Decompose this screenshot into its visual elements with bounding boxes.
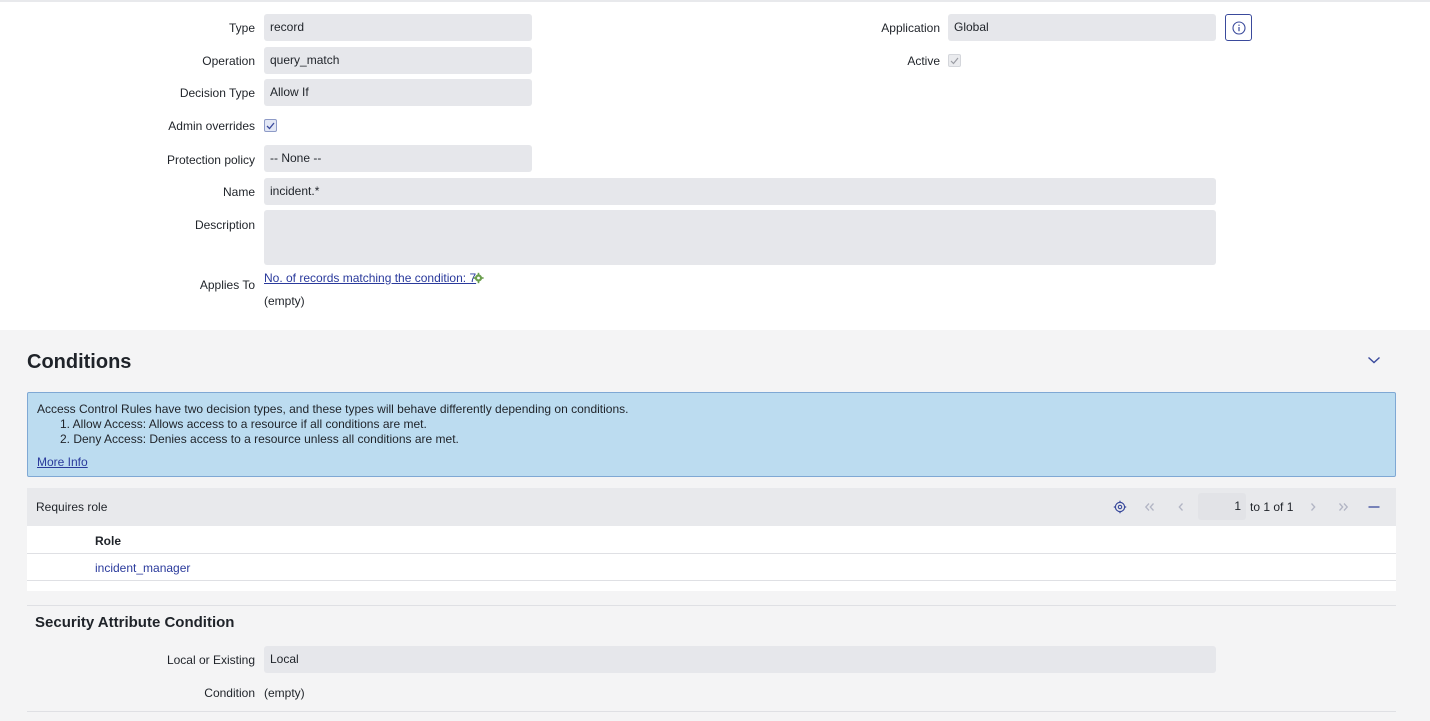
operation-label: Operation: [202, 54, 255, 68]
chevron-down-icon[interactable]: [1367, 355, 1381, 365]
first-page-icon[interactable]: [1143, 500, 1157, 514]
active-label: Active: [907, 54, 940, 68]
check-icon: [266, 122, 275, 129]
name-field[interactable]: incident.*: [264, 178, 1216, 205]
description-label: Description: [194, 218, 255, 232]
row-divider: [27, 580, 1396, 581]
condition-value: (empty): [264, 686, 305, 700]
protection-policy-label: Protection policy: [166, 153, 255, 167]
access-control-notice: Access Control Rules have two decision t…: [27, 392, 1396, 477]
notice-item-deny: 2. Deny Access: Denies access to a resou…: [60, 432, 459, 446]
description-textarea[interactable]: [264, 210, 1216, 265]
column-header-role[interactable]: Role: [95, 534, 121, 548]
type-label: Type: [228, 21, 255, 35]
page-count: to 1 of 1: [1250, 500, 1294, 514]
requires-role-header: Requires role 1 to 1 of 1: [27, 488, 1396, 526]
operation-field[interactable]: query_match: [264, 47, 532, 74]
application-field[interactable]: Global: [948, 14, 1216, 41]
info-icon: [1231, 20, 1246, 35]
type-field[interactable]: record: [264, 14, 532, 41]
notice-item-allow: 1. Allow Access: Allows access to a reso…: [60, 417, 427, 431]
condition-label: Condition: [204, 686, 255, 700]
protection-policy-select[interactable]: -- None --: [264, 145, 532, 172]
admin-overrides-label: Admin overrides: [168, 119, 255, 133]
check-icon: [950, 57, 959, 64]
notice-intro: Access Control Rules have two decision t…: [37, 402, 629, 416]
application-label: Application: [881, 21, 940, 35]
next-page-icon[interactable]: [1306, 500, 1320, 514]
requires-role-table: Role incident_manager: [27, 526, 1396, 591]
top-divider: [0, 0, 1430, 2]
role-link[interactable]: incident_manager: [95, 561, 190, 575]
application-info-button[interactable]: [1225, 14, 1252, 41]
local-or-existing-label: Local or Existing: [166, 653, 255, 667]
security-attribute-title: Security Attribute Condition: [35, 614, 235, 631]
decision-type-field[interactable]: Allow If: [264, 79, 532, 106]
conditions-title: Conditions: [27, 351, 132, 373]
local-or-existing-select[interactable]: Local: [264, 646, 1216, 673]
name-label: Name: [222, 185, 255, 199]
settings-icon[interactable]: [1113, 500, 1127, 514]
more-info-link[interactable]: More Info: [37, 455, 88, 469]
section-divider: [27, 605, 1396, 606]
page-number-input[interactable]: 1: [1198, 493, 1246, 520]
collapse-icon[interactable]: [1367, 500, 1381, 514]
applies-to-value: (empty): [264, 294, 305, 308]
requires-role-title: Requires role: [36, 500, 108, 514]
applies-to-records-link[interactable]: No. of records matching the condition: 7: [264, 271, 476, 285]
decision-type-label: Decision Type: [179, 86, 255, 100]
gear-green-icon[interactable]: [473, 272, 484, 284]
last-page-icon[interactable]: [1336, 500, 1350, 514]
active-checkbox[interactable]: [948, 54, 961, 67]
prev-page-icon[interactable]: [1174, 500, 1188, 514]
bottom-divider: [27, 711, 1396, 712]
header-divider: [27, 553, 1396, 554]
admin-overrides-checkbox[interactable]: [264, 119, 277, 132]
applies-to-label: Applies To: [199, 278, 255, 292]
